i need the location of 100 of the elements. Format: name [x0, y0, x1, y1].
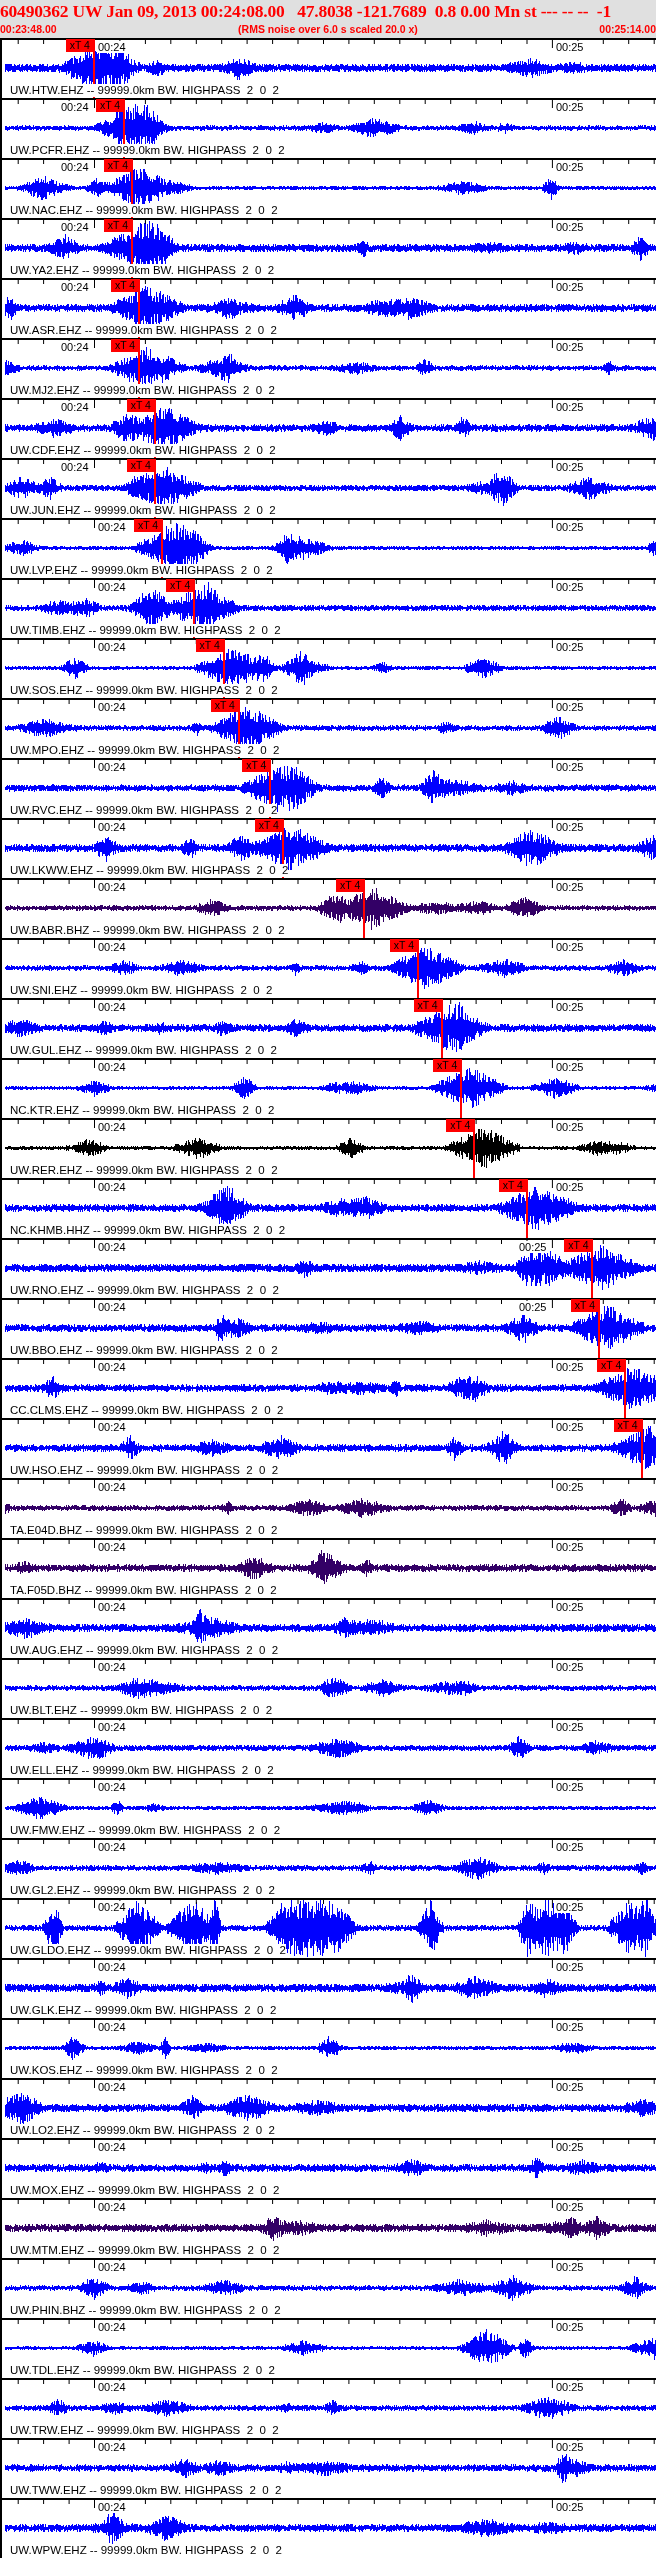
time-label: 00:25 [554, 641, 585, 653]
time-label: 00:25 [554, 341, 585, 353]
pick-marker: xT 4 [242, 759, 271, 772]
station-label: UW.JUN.EHZ -- 99999.0km BW. HIGHPASS 2 0 2 [10, 504, 276, 517]
time-label: 00:25 [517, 1301, 548, 1313]
time-label: 00:24 [97, 1841, 127, 1853]
time-label: 00:24 [60, 341, 90, 353]
pick-marker: xT 4 [166, 579, 195, 592]
pick-marker: xT 4 [389, 939, 418, 952]
station-label: UW.HSO.EHZ -- 99999.0km BW. HIGHPASS 2 0 2 [10, 1464, 279, 1477]
time-label: 00:24 [97, 2021, 127, 2033]
pick-marker: xT 4 [134, 519, 163, 532]
time-label: 00:25 [554, 821, 585, 833]
station-label: UW.MJ2.EHZ -- 99999.0km BW. HIGHPASS 2 0 2 [10, 384, 275, 397]
pick-marker: xT 4 [433, 1059, 462, 1072]
end-time: 00:25:14.00 [599, 22, 656, 36]
time-label: 00:25 [554, 1421, 585, 1433]
time-label: 00:24 [97, 941, 127, 953]
time-label: 00:25 [554, 941, 585, 953]
time-label: 00:24 [60, 161, 90, 173]
pick-marker: xT 4 [498, 1179, 527, 1192]
time-label: 00:24 [97, 1361, 127, 1373]
station-label: UW.MOX.EHZ -- 99999.0km BW. HIGHPASS 2 0 2 [10, 2184, 280, 2197]
station-label: UW.GLDO.EHZ -- 99999.0km BW. HIGHPASS 2 0 2 [10, 1944, 286, 1957]
pick-marker: xT 4 [446, 1119, 475, 1132]
time-label: 00:25 [554, 881, 585, 893]
time-label: 00:24 [97, 2081, 127, 2093]
station-label: UW.LVP.EHZ -- 99999.0km BW. HIGHPASS 2 0 2 [10, 564, 273, 577]
time-label: 00:25 [554, 1961, 585, 1973]
time-label: 00:25 [554, 2321, 585, 2333]
station-label: UW.FMW.EHZ -- 99999.0km BW. HIGHPASS 2 0 2 [10, 1824, 281, 1837]
pick-marker: xT 4 [336, 879, 365, 892]
station-label: UW.YA2.EHZ -- 99999.0km BW. HIGHPASS 2 0 2 [10, 264, 275, 277]
station-label: UW.ASR.EHZ -- 99999.0km BW. HIGHPASS 2 0 2 [10, 324, 277, 337]
station-label: NC.KTR.EHZ -- 99999.0km BW. HIGHPASS 2 0 2 [10, 1104, 275, 1117]
time-label: 00:24 [97, 41, 127, 53]
station-label: UW.LKWW.EHZ -- 99999.0km BW. HIGHPASS 2 0 2 [10, 864, 289, 877]
station-label: UW.HTW.EHZ -- 99999.0km BW. HIGHPASS 2 0 2 [10, 84, 279, 97]
time-label: 00:24 [97, 2201, 127, 2213]
station-label: UW.GUL.EHZ -- 99999.0km BW. HIGHPASS 2 0 2 [10, 1044, 277, 1057]
time-label: 00:24 [97, 1001, 127, 1013]
time-label: 00:24 [97, 1961, 127, 1973]
station-label: UW.RVC.EHZ -- 99999.0km BW. HIGHPASS 2 0 2 [10, 804, 278, 817]
time-label: 00:24 [97, 521, 127, 533]
pick-marker: xT 4 [111, 279, 140, 292]
time-label: 00:24 [60, 461, 90, 473]
time-label: 00:25 [554, 2021, 585, 2033]
time-label: 00:24 [60, 401, 90, 413]
time-label: 00:25 [554, 1601, 585, 1613]
station-label: TA.F05D.BHZ -- 99999.0km BW. HIGHPASS 2 0 2 [10, 1584, 277, 1597]
time-label: 00:25 [554, 761, 585, 773]
time-label: 00:24 [97, 1541, 127, 1553]
time-label: 00:24 [97, 881, 127, 893]
time-label: 00:24 [97, 1601, 127, 1613]
station-label: UW.BLT.EHZ -- 99999.0km BW. HIGHPASS 2 0 2 [10, 1704, 273, 1717]
time-label: 00:24 [97, 761, 127, 773]
pick-marker: xT 4 [613, 1419, 642, 1432]
time-label: 00:24 [97, 1781, 127, 1793]
time-label: 00:25 [554, 1661, 585, 1673]
time-label: 00:25 [554, 581, 585, 593]
time-label: 00:25 [554, 1481, 585, 1493]
time-label: 00:24 [97, 1121, 127, 1133]
time-label: 00:24 [97, 1721, 127, 1733]
pick-marker: xT 4 [103, 159, 132, 172]
time-label: 00:24 [97, 1661, 127, 1673]
station-label: UW.TRW.EHZ -- 99999.0km BW. HIGHPASS 2 0 2 [10, 2424, 279, 2437]
pick-marker: xT 4 [413, 999, 442, 1012]
pick-marker: xT 4 [126, 459, 155, 472]
station-label: UW.NAC.EHZ -- 99999.0km BW. HIGHPASS 2 0 2 [10, 204, 278, 217]
station-label: UW.GL2.EHZ -- 99999.0km BW. HIGHPASS 2 0 2 [10, 1884, 275, 1897]
time-label: 00:25 [554, 2141, 585, 2153]
station-label: CC.CLMS.EHZ -- 99999.0km BW. HIGHPASS 2 0 2 [10, 1404, 284, 1417]
time-label: 00:24 [97, 2141, 127, 2153]
time-label: 00:25 [554, 1061, 585, 1073]
station-label: UW.LO2.EHZ -- 99999.0km BW. HIGHPASS 2 0 2 [10, 2124, 275, 2137]
station-label: UW.ELL.EHZ -- 99999.0km BW. HIGHPASS 2 0 2 [10, 1764, 274, 1777]
station-label: UW.AUG.EHZ -- 99999.0km BW. HIGHPASS 2 0 2 [10, 1644, 279, 1657]
time-label: 00:24 [97, 2381, 127, 2393]
station-label: UW.GLK.EHZ -- 99999.0km BW. HIGHPASS 2 0 2 [10, 2004, 277, 2017]
station-label: UW.TDL.EHZ -- 99999.0km BW. HIGHPASS 2 0 2 [10, 2364, 275, 2377]
station-label: UW.PHIN.BHZ -- 99999.0km BW. HIGHPASS 2 0 2 [10, 2304, 281, 2317]
pick-marker: xT 4 [103, 219, 132, 232]
pick-marker: xT 4 [195, 639, 224, 652]
pick-marker: xT 4 [210, 699, 239, 712]
event-title: 60490362 UW Jan 09, 2013 00:24:08.00 47.8038 -121.7689 0.8 0.00 Mn st --- -- -- -1 [0, 0, 611, 22]
time-label: 00:24 [97, 1061, 127, 1073]
time-label: 00:25 [554, 281, 585, 293]
time-label: 00:25 [554, 1901, 585, 1913]
time-label: 00:24 [60, 101, 90, 113]
time-label: 00:24 [97, 2441, 127, 2453]
time-label: 00:25 [554, 101, 585, 113]
pick-marker: xT 4 [65, 39, 94, 52]
time-label: 00:25 [554, 2261, 585, 2273]
time-label: 00:24 [60, 221, 90, 233]
time-label: 00:25 [554, 401, 585, 413]
time-label: 00:25 [554, 521, 585, 533]
time-label: 00:24 [97, 2321, 127, 2333]
time-label: 00:25 [554, 701, 585, 713]
station-label: TA.E04D.BHZ -- 99999.0km BW. HIGHPASS 2 0 2 [10, 1524, 278, 1537]
pick-marker: xT 4 [570, 1299, 599, 1312]
